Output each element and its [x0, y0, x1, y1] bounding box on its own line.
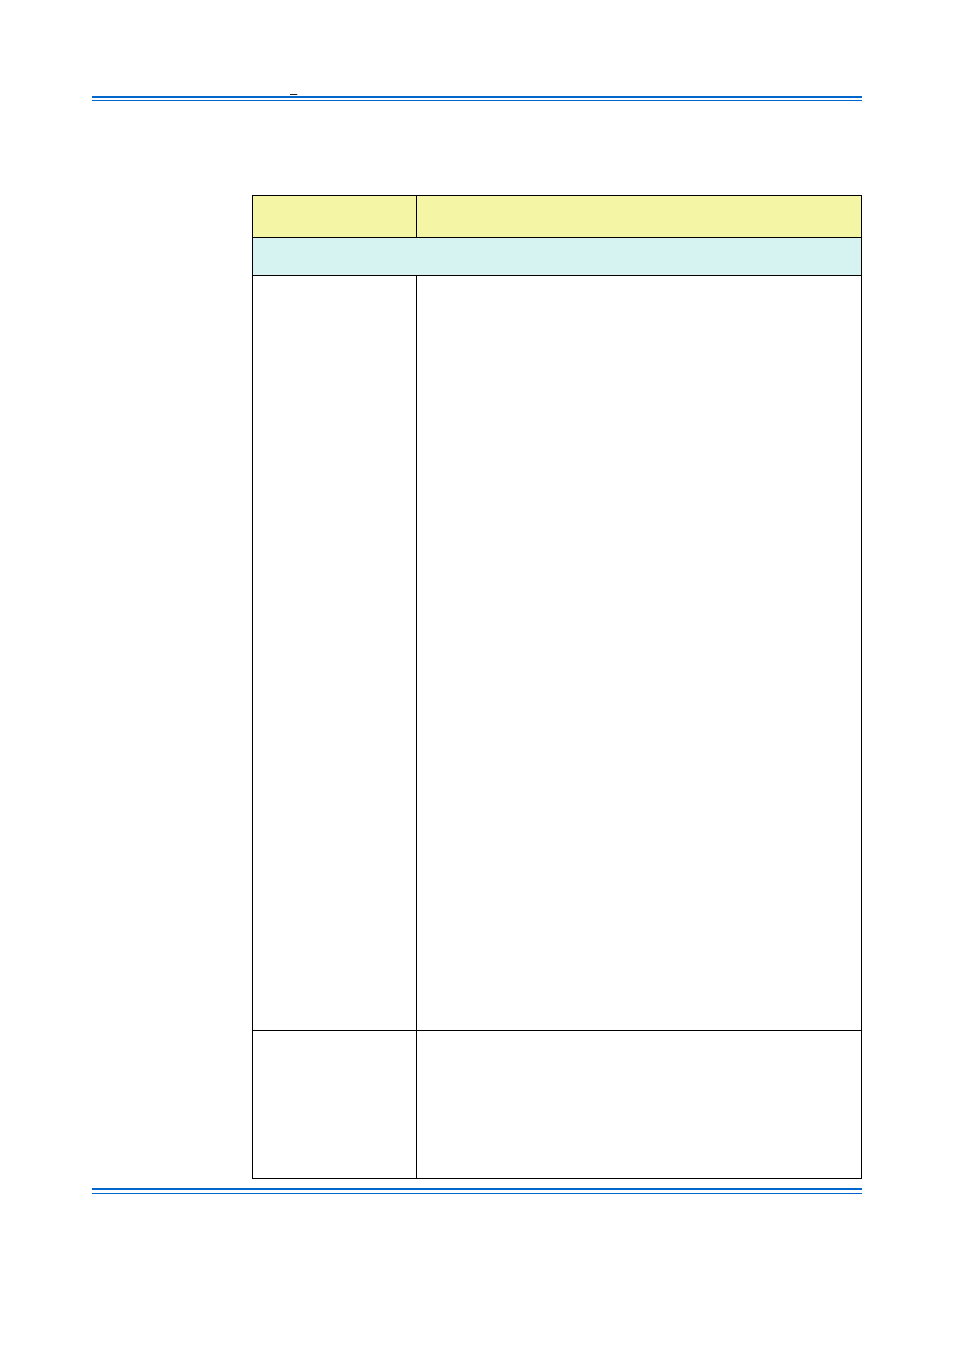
bottom-rule-thin	[92, 1193, 862, 1194]
table-cell-description	[417, 276, 862, 1031]
table-cell-item	[253, 1031, 417, 1179]
main-table-container	[252, 195, 862, 1179]
main-table	[252, 195, 862, 1179]
top-rule-thick	[92, 96, 862, 98]
document-page: –	[0, 0, 954, 1350]
table-header-description	[417, 196, 862, 238]
table-row	[253, 1031, 862, 1179]
header-dash: –	[290, 86, 297, 101]
top-rule-thin	[92, 100, 862, 101]
table-section-cell	[253, 238, 862, 276]
table-cell-description	[417, 1031, 862, 1179]
table-section-row	[253, 238, 862, 276]
table-header-row	[253, 196, 862, 238]
table-header-item	[253, 196, 417, 238]
table-cell-item	[253, 276, 417, 1031]
table-row	[253, 276, 862, 1031]
bottom-rule-thick	[92, 1188, 862, 1190]
